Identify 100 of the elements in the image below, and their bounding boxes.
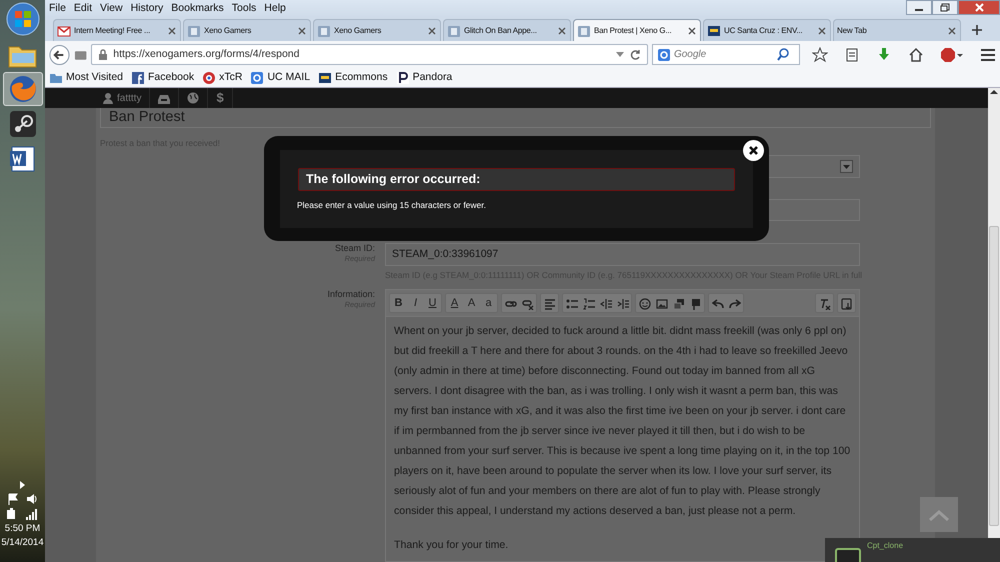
close-icon[interactable] — [817, 26, 827, 36]
chevron-up-icon — [928, 508, 950, 522]
music-icon — [396, 70, 410, 84]
clock-time[interactable]: 5:50 PM — [4, 523, 40, 534]
format-button[interactable]: A — [446, 294, 463, 313]
search-icon[interactable] — [776, 48, 789, 61]
browser-tab[interactable]: Intern Meeting! Free ... — [53, 19, 181, 41]
format-button[interactable]: B — [390, 294, 407, 313]
clock-date[interactable]: 5/14/2014 — [1, 537, 44, 548]
bulleted-list-icon[interactable] — [566, 298, 578, 310]
close-icon[interactable] — [687, 26, 697, 36]
smiley-icon[interactable] — [638, 298, 650, 310]
browser-tab[interactable]: Xeno Gamers — [313, 19, 441, 41]
align-left-icon[interactable] — [544, 298, 556, 310]
menu-item[interactable]: History — [126, 0, 168, 16]
unlink-icon[interactable] — [522, 298, 534, 310]
field-label: Information: — [327, 289, 375, 300]
indent-icon[interactable] — [616, 298, 628, 310]
close-button[interactable] — [743, 140, 764, 161]
signal-icon[interactable] — [25, 508, 38, 520]
close-window-button[interactable] — [958, 0, 1000, 15]
browser-tab[interactable]: Ban Protest | Xeno G... — [573, 19, 701, 41]
browser-tab[interactable]: UC Santa Cruz : ENV... — [703, 19, 831, 41]
redo-icon[interactable] — [728, 298, 740, 310]
steam-icon — [8, 109, 38, 139]
numbered-list-icon[interactable] — [582, 298, 594, 310]
format-button[interactable]: U — [424, 294, 441, 313]
inbox-icon — [158, 92, 170, 104]
bookmark-link[interactable]: Most Visited — [49, 70, 123, 86]
star-icon[interactable] — [812, 46, 828, 62]
firefox-icon — [8, 74, 38, 104]
new-tab-icon[interactable] — [971, 24, 983, 36]
close-icon[interactable] — [947, 26, 957, 36]
menu-item[interactable]: Help — [260, 0, 290, 16]
lock-icon — [97, 48, 110, 61]
close-icon — [748, 145, 759, 156]
close-icon[interactable] — [297, 26, 307, 36]
format-button[interactable]: a — [480, 294, 497, 313]
bookmark-link[interactable]: Facebook — [131, 70, 194, 86]
flag-icon[interactable] — [7, 493, 18, 505]
site-icon — [187, 24, 201, 38]
browser-tab[interactable]: New Tab — [833, 19, 961, 41]
expand-tray-icon[interactable] — [18, 480, 26, 490]
menu-icon[interactable] — [980, 46, 996, 62]
search-engine-icon — [656, 48, 671, 62]
format-button[interactable]: A — [463, 294, 480, 313]
clipboard-icon[interactable] — [844, 46, 860, 62]
search-field[interactable]: Google — [652, 44, 800, 65]
minimize-button[interactable] — [906, 0, 932, 15]
home-icon[interactable] — [908, 46, 924, 62]
speaker-icon[interactable] — [26, 493, 38, 505]
close-icon[interactable] — [427, 26, 437, 36]
menu-item[interactable]: Edit — [70, 0, 96, 16]
undo-icon[interactable] — [712, 298, 724, 310]
menu-item[interactable]: View — [96, 0, 127, 16]
maximize-button[interactable] — [932, 0, 958, 15]
bookmark-link[interactable]: Pandora — [396, 70, 452, 86]
scroll-thumb[interactable] — [989, 226, 999, 526]
menu-item[interactable]: Tools — [228, 0, 260, 16]
user-icon — [103, 92, 113, 104]
taskbar-button[interactable] — [2, 72, 42, 106]
bookmark-link[interactable]: xTcR — [202, 70, 242, 86]
code-icon[interactable] — [690, 298, 702, 310]
format-button[interactable]: I — [407, 294, 424, 313]
menu-item[interactable]: Bookmarks — [167, 0, 228, 16]
restore-icon — [940, 3, 950, 12]
clear-format-icon[interactable] — [818, 298, 830, 310]
browser-tab[interactable]: Glitch On Ban Appe... — [443, 19, 571, 41]
close-icon[interactable] — [167, 26, 177, 36]
caret-icon — [842, 162, 851, 170]
address-bar[interactable]: https://xenogamers.org/forms/4/respond — [91, 44, 648, 65]
field-label: Steam ID: — [334, 243, 375, 254]
bookmark-link[interactable]: Ecommons — [318, 70, 388, 86]
school-logo-icon — [318, 70, 332, 84]
windows-start-icon[interactable] — [6, 2, 40, 36]
site-icon — [577, 24, 591, 38]
close-icon[interactable] — [557, 26, 567, 36]
stacked-squares-icon[interactable] — [672, 298, 684, 310]
error-title: The following error occurred: — [298, 168, 735, 191]
download-icon[interactable] — [876, 46, 892, 62]
outdent-icon[interactable] — [600, 298, 612, 310]
toggle-source-icon[interactable] — [840, 298, 852, 310]
menu-item[interactable]: File — [45, 0, 70, 16]
close-icon — [974, 3, 984, 12]
social-icon — [131, 70, 145, 84]
search-input[interactable]: Google — [674, 47, 774, 62]
back-icon[interactable] — [49, 44, 70, 66]
url-input[interactable]: https://xenogamers.org/forms/4/respond — [113, 46, 611, 62]
adblock-icon[interactable] — [940, 46, 964, 62]
browser-tab[interactable]: Xeno Gamers — [183, 19, 311, 41]
dropdown-icon[interactable] — [614, 50, 625, 59]
battery-icon[interactable] — [6, 508, 18, 520]
search-engine-icon — [250, 70, 264, 84]
reload-icon[interactable] — [628, 48, 642, 61]
word-icon — [8, 144, 38, 174]
image-icon[interactable] — [656, 298, 668, 310]
bookmark-link[interactable]: UC MAIL — [250, 70, 310, 86]
page-title: Ban Protest — [100, 108, 931, 128]
dropdown-button[interactable] — [840, 160, 853, 173]
notification-name: Cpt_clone — [867, 540, 904, 552]
